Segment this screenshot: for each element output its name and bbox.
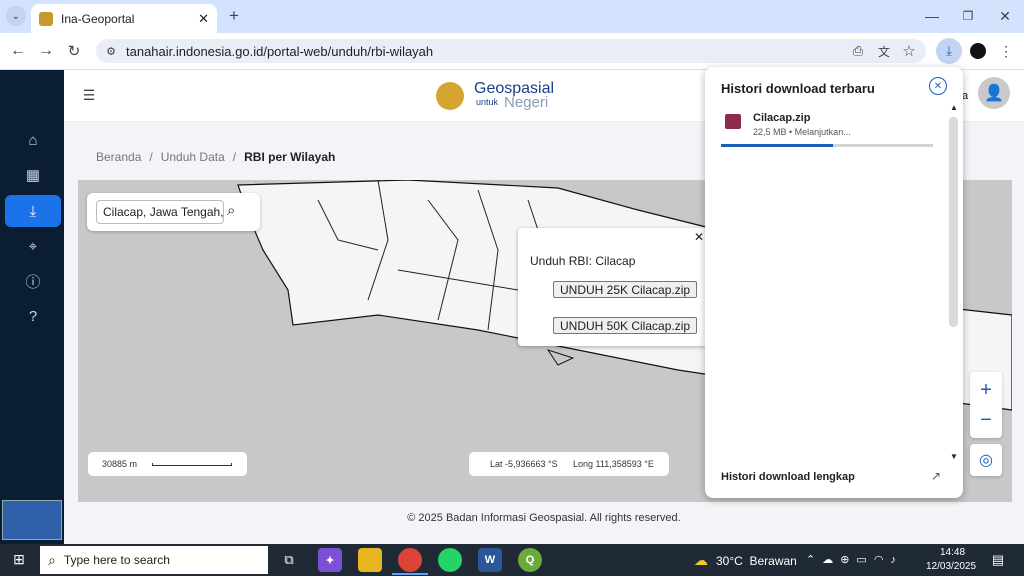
- weather-text[interactable]: 30°C Berawan: [716, 554, 797, 568]
- install-app-icon[interactable]: ⎙: [848, 41, 868, 61]
- mini-map-thumbnail[interactable]: [2, 500, 62, 540]
- active-app-indicator: [392, 573, 428, 575]
- breadcrumb-sep: /: [232, 150, 237, 164]
- chrome-icon[interactable]: [398, 548, 422, 572]
- zoom-out-icon[interactable]: −: [970, 406, 1002, 434]
- download-popup: ✕ Unduh RBI: Cilacap UNDUH 25K Cilacap.z…: [518, 228, 708, 346]
- location-pin-icon[interactable]: ⌖: [5, 230, 61, 262]
- zoom-in-icon[interactable]: +: [970, 376, 1002, 404]
- zoom-controls: + −: [970, 372, 1002, 438]
- breadcrumb-unduh[interactable]: Unduh Data: [161, 150, 225, 164]
- taskbar-search-placeholder: Type here to search: [63, 553, 170, 567]
- zip-file-icon: [725, 114, 741, 129]
- forward-icon[interactable]: →: [36, 41, 56, 61]
- breadcrumb: Beranda / Unduh Data / RBI per Wilayah: [96, 150, 335, 164]
- logo-sub-small: untuk: [476, 97, 499, 107]
- download-progress-track: [721, 144, 933, 147]
- lat-text: Lat -5,936663 °S: [490, 459, 558, 469]
- breadcrumb-sep: /: [149, 150, 153, 164]
- panel-scrollbar[interactable]: [949, 117, 958, 327]
- download-25k-button[interactable]: UNDUH 25K Cilacap.zip: [553, 281, 698, 298]
- download-progress-fill: [721, 144, 834, 147]
- logo-sub: Negeri: [504, 94, 549, 111]
- weather-cloud-icon: ☁: [694, 551, 708, 568]
- scale-line: [152, 463, 232, 466]
- restore-icon[interactable]: ❐: [958, 6, 978, 26]
- download-panel-title: Histori download terbaru: [721, 81, 875, 96]
- copilot-icon[interactable]: ✦: [318, 548, 342, 572]
- windows-start-icon[interactable]: ⊞: [10, 550, 28, 568]
- download-icon[interactable]: ⤓: [936, 38, 962, 64]
- bookmark-star-icon[interactable]: ☆: [899, 41, 919, 61]
- browser-tab[interactable]: Ina-Geoportal ✕: [31, 4, 217, 33]
- clock-date[interactable]: 12/03/2025: [926, 561, 976, 572]
- home-icon[interactable]: ⌂: [5, 124, 61, 156]
- close-tab-icon[interactable]: ✕: [198, 11, 209, 27]
- word-icon[interactable]: W: [478, 548, 502, 572]
- help-icon[interactable]: ?: [5, 300, 61, 332]
- close-window-icon[interactable]: ✕: [995, 6, 1015, 26]
- new-tab-icon[interactable]: +: [224, 6, 244, 26]
- scroll-down-icon[interactable]: ▼: [950, 452, 958, 461]
- tab-title: Ina-Geoportal: [61, 11, 135, 26]
- info-icon[interactable]: ⓘ: [5, 265, 61, 297]
- coordinate-readout: Lat -5,936663 °S Long 111,358593 °E: [469, 452, 669, 476]
- breadcrumb-current: RBI per Wilayah: [244, 150, 336, 164]
- download-file-name[interactable]: Cilacap.zip: [753, 112, 810, 124]
- download-nav-icon[interactable]: ⤓: [5, 195, 61, 227]
- browser-menu-icon[interactable]: ⋮: [998, 41, 1014, 61]
- open-external-icon[interactable]: ↗: [931, 469, 941, 483]
- back-icon[interactable]: ←: [8, 41, 28, 61]
- download-file-status: 22,5 MB • Melanjutkan...: [753, 127, 851, 137]
- popup-title: Unduh RBI: Cilacap: [530, 254, 636, 268]
- tab-list-chevron-icon[interactable]: ⌄: [6, 6, 26, 26]
- long-text: Long 111,358593 °E: [573, 459, 654, 469]
- profile-avatar-icon[interactable]: [970, 43, 986, 59]
- search-input[interactable]: Cilacap, Jawa Tengah, J: [96, 200, 224, 224]
- map-scale-bar: 30885 m: [88, 452, 247, 476]
- breadcrumb-home[interactable]: Beranda: [96, 150, 141, 164]
- scroll-up-icon[interactable]: ▲: [950, 103, 958, 112]
- garuda-logo-icon: [436, 82, 464, 110]
- grid-icon[interactable]: ▦: [5, 159, 61, 191]
- whatsapp-icon[interactable]: [438, 548, 462, 572]
- url-text[interactable]: tanahair.indonesia.go.id/portal-web/undu…: [126, 44, 433, 59]
- reload-icon[interactable]: ↻: [64, 41, 84, 61]
- file-explorer-icon[interactable]: [358, 548, 382, 572]
- map-search-box: Cilacap, Jawa Tengah, J ⌕: [87, 193, 260, 231]
- download-50k-button[interactable]: UNDUH 50K Cilacap.zip: [553, 317, 698, 334]
- notification-icon[interactable]: ▤: [988, 550, 1008, 570]
- close-panel-icon[interactable]: ✕: [929, 77, 947, 95]
- scale-text: 30885 m: [102, 459, 138, 469]
- translate-icon[interactable]: 文: [874, 41, 894, 61]
- tab-favicon-icon: [39, 11, 53, 26]
- site-info-icon[interactable]: ⚙: [102, 42, 120, 60]
- search-icon[interactable]: ⌕: [227, 202, 235, 219]
- popup-close-icon[interactable]: ✕: [694, 230, 704, 244]
- full-history-link[interactable]: Histori download lengkap: [721, 471, 855, 483]
- download-history-panel: Histori download terbaru ✕ Cilacap.zip 2…: [705, 67, 963, 498]
- task-view-icon[interactable]: ⧉: [278, 549, 300, 571]
- taskbar-search-icon: ⌕: [48, 551, 56, 568]
- qgis-icon[interactable]: Q: [518, 548, 542, 572]
- minimize-icon[interactable]: —: [922, 6, 942, 26]
- clock-time[interactable]: 14:48: [940, 547, 965, 558]
- system-tray-icons[interactable]: ⌃☁⊕▭◠♪: [806, 553, 903, 566]
- locate-me-icon[interactable]: ◎: [970, 444, 1002, 476]
- page-footer: © 2025 Badan Informasi Geospasial. All r…: [64, 502, 1024, 544]
- menu-collapse-icon[interactable]: ☰: [80, 86, 98, 104]
- taskbar-search[interactable]: ⌕ Type here to search: [40, 546, 268, 574]
- user-avatar-icon[interactable]: 👤: [978, 77, 1010, 109]
